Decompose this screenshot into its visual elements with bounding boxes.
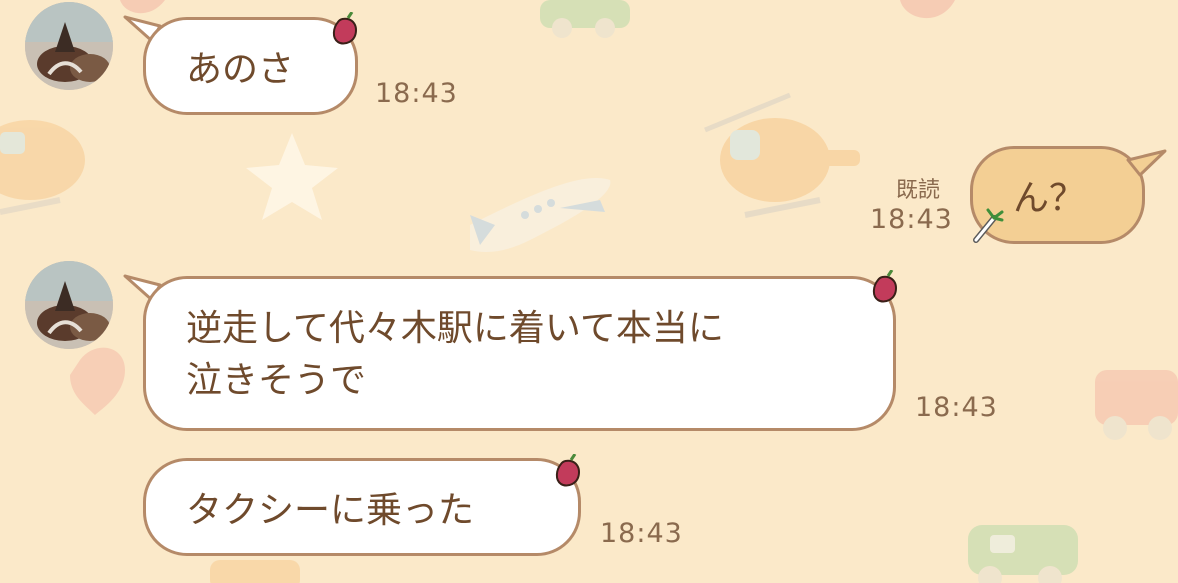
sweet-potato-icon <box>872 270 898 303</box>
message-bubble[interactable]: 逆走して代々木駅に着いて本当に 泣きそうで <box>143 276 896 431</box>
green-onion-icon <box>973 208 1004 243</box>
message-bubble[interactable]: タクシーに乗った <box>143 458 581 556</box>
avatar-icon <box>25 2 113 90</box>
avatar[interactable] <box>25 261 113 349</box>
read-receipt: 既読 <box>896 178 941 203</box>
message-time: 18:43 <box>870 204 953 235</box>
avatar[interactable] <box>25 2 113 90</box>
avatar-icon <box>25 261 113 349</box>
sweet-potato-icon <box>332 12 358 45</box>
message-bubble[interactable]: あのさ <box>143 17 358 115</box>
sweet-potato-icon <box>555 454 581 487</box>
message-time: 18:43 <box>375 78 458 109</box>
message-time: 18:43 <box>915 392 998 423</box>
bubble-tail <box>1126 149 1167 177</box>
message-time: 18:43 <box>600 518 683 549</box>
